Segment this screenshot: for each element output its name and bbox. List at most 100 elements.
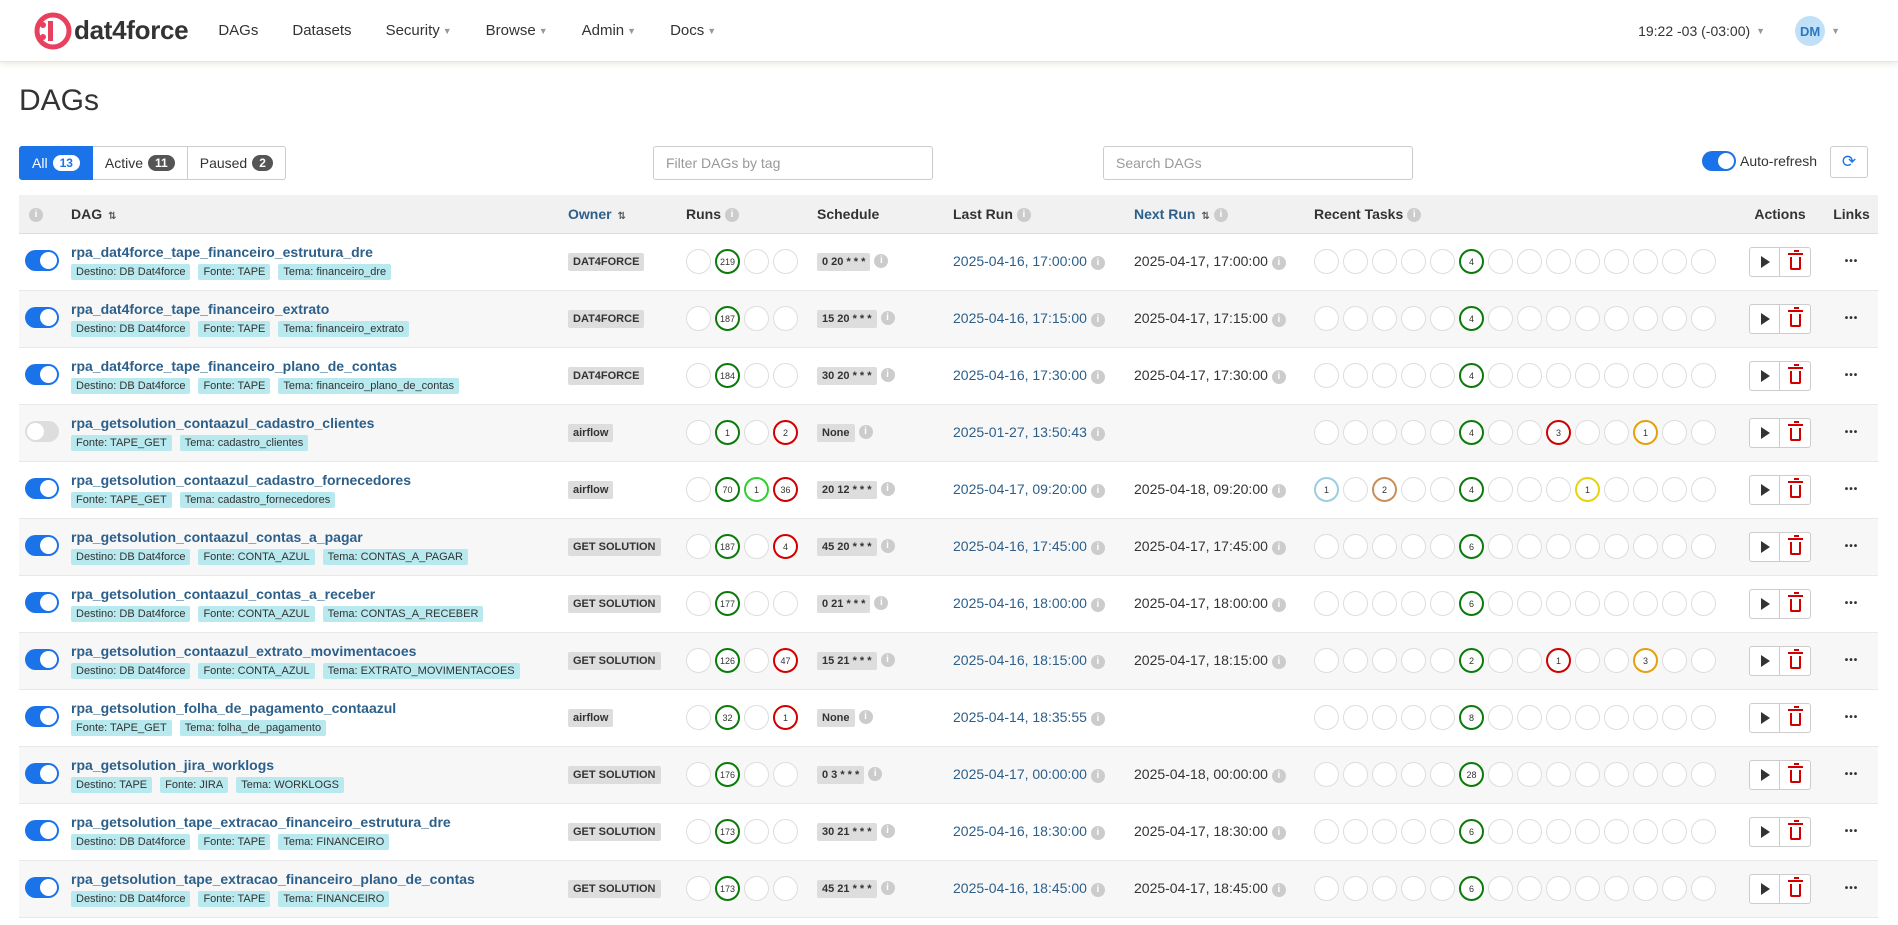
dag-tag[interactable]: Tema: folha_de_pagamento [179,719,327,736]
task-state-circle[interactable]: 1 [1633,420,1658,445]
dag-link[interactable]: rpa_dat4force_tape_financeiro_estrutura_… [71,244,556,260]
task-state-circle[interactable] [1488,363,1513,388]
task-state-circle[interactable] [1575,420,1600,445]
run-state-circle[interactable] [686,363,711,388]
task-state-circle[interactable] [1488,306,1513,331]
task-state-circle[interactable] [1691,591,1716,616]
task-state-circle[interactable] [1691,648,1716,673]
task-state-circle[interactable] [1430,477,1455,502]
run-state-circle[interactable]: 173 [715,819,740,844]
task-state-circle[interactable] [1633,819,1658,844]
info-icon[interactable]: i [1271,768,1286,783]
task-state-circle[interactable] [1546,534,1571,559]
run-state-circle[interactable] [686,876,711,901]
task-state-circle[interactable]: 28 [1459,762,1484,787]
last-run-link[interactable]: 2025-01-27, 13:50:43 [953,424,1087,440]
task-state-circle[interactable] [1430,762,1455,787]
dag-tag[interactable]: Tema: FINANCEIRO [278,833,390,850]
info-icon[interactable]: i [880,824,895,839]
trigger-dag-button[interactable] [1749,759,1780,790]
task-state-circle[interactable] [1401,876,1426,901]
run-state-circle[interactable] [773,363,798,388]
task-state-circle[interactable] [1517,762,1542,787]
more-icon[interactable]: ••• [1831,313,1872,324]
info-icon[interactable]: i [880,368,895,383]
task-state-circle[interactable]: 2 [1459,648,1484,673]
task-state-circle[interactable] [1343,705,1368,730]
run-state-circle[interactable] [686,477,711,502]
task-state-circle[interactable] [1517,648,1542,673]
task-state-circle[interactable] [1691,477,1716,502]
delete-dag-button[interactable] [1780,360,1811,391]
task-state-circle[interactable] [1517,819,1542,844]
task-state-circle[interactable] [1314,591,1339,616]
more-icon[interactable]: ••• [1831,598,1872,609]
run-state-circle[interactable]: 184 [715,363,740,388]
task-state-circle[interactable] [1401,420,1426,445]
dag-tag[interactable]: Fonte: TAPE_GET [71,434,172,451]
last-run-link[interactable]: 2025-04-16, 18:45:00 [953,880,1087,896]
owner-badge[interactable]: GET SOLUTION [568,537,661,556]
run-state-circle[interactable] [744,762,769,787]
owner-badge[interactable]: DAT4FORCE [568,252,645,271]
dag-tag[interactable]: Fonte: TAPE [198,320,271,337]
dag-tag[interactable]: Destino: DB Dat4force [71,320,191,337]
last-run-link[interactable]: 2025-04-17, 00:00:00 [953,766,1087,782]
tab-all[interactable]: All 13 [19,146,93,180]
last-run-link[interactable]: 2025-04-16, 17:00:00 [953,253,1087,269]
task-state-circle[interactable] [1488,648,1513,673]
run-state-circle[interactable]: 176 [715,762,740,787]
task-state-circle[interactable] [1488,477,1513,502]
more-icon[interactable]: ••• [1831,541,1872,552]
trigger-dag-button[interactable] [1749,645,1780,676]
owner-badge[interactable]: DAT4FORCE [568,309,645,328]
info-icon[interactable]: i [1271,597,1286,612]
run-state-circle[interactable] [686,534,711,559]
task-state-circle[interactable] [1517,591,1542,616]
task-state-circle[interactable] [1575,876,1600,901]
task-state-circle[interactable] [1604,648,1629,673]
dag-link[interactable]: rpa_getsolution_jira_worklogs [71,757,556,773]
task-state-circle[interactable]: 1 [1314,477,1339,502]
more-icon[interactable]: ••• [1831,484,1872,495]
task-state-circle[interactable] [1604,591,1629,616]
task-state-circle[interactable] [1633,591,1658,616]
dag-tag[interactable]: Fonte: TAPE_GET [71,719,172,736]
task-state-circle[interactable] [1372,306,1397,331]
task-state-circle[interactable] [1343,477,1368,502]
dag-tag[interactable]: Tema: FINANCEIRO [278,890,390,907]
more-icon[interactable]: ••• [1831,712,1872,723]
task-state-circle[interactable] [1662,819,1687,844]
info-icon[interactable]: i [29,207,43,222]
task-state-circle[interactable] [1575,306,1600,331]
last-run-link[interactable]: 2025-04-16, 18:15:00 [953,652,1087,668]
info-icon[interactable]: i [1407,207,1422,222]
dag-tag[interactable]: Tema: CONTAS_A_PAGAR [322,548,468,565]
run-state-circle[interactable] [686,762,711,787]
owner-badge[interactable]: airflow [568,480,614,499]
info-icon[interactable]: i [868,767,883,782]
task-state-circle[interactable] [1633,363,1658,388]
dag-tag[interactable]: Fonte: TAPE [198,377,271,394]
task-state-circle[interactable] [1575,249,1600,274]
info-icon[interactable]: i [858,710,873,725]
task-state-circle[interactable] [1343,363,1368,388]
task-state-circle[interactable]: 6 [1459,534,1484,559]
dag-link[interactable]: rpa_getsolution_contaazul_extrato_movime… [71,643,556,659]
pause-toggle[interactable] [25,477,59,499]
more-icon[interactable]: ••• [1831,256,1872,267]
task-state-circle[interactable] [1604,477,1629,502]
more-icon[interactable]: ••• [1831,370,1872,381]
task-state-circle[interactable] [1430,306,1455,331]
task-state-circle[interactable]: 4 [1459,420,1484,445]
task-state-circle[interactable] [1517,363,1542,388]
task-state-circle[interactable] [1401,705,1426,730]
dag-tag[interactable]: Fonte: CONTA_AZUL [198,548,315,565]
dag-link[interactable]: rpa_dat4force_tape_financeiro_plano_de_c… [71,358,556,374]
more-icon[interactable]: ••• [1831,769,1872,780]
delete-dag-button[interactable] [1780,702,1811,733]
run-state-circle[interactable] [744,420,769,445]
info-icon[interactable]: i [880,311,895,326]
info-icon[interactable]: i [880,539,895,554]
task-state-circle[interactable] [1604,819,1629,844]
